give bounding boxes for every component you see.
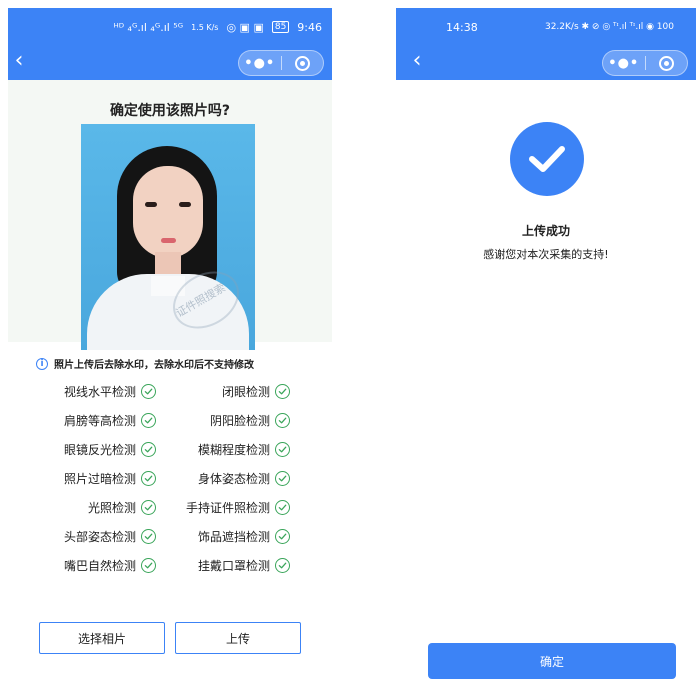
clock: 9:46	[297, 20, 322, 34]
check-item: 挂戴口罩检测	[156, 557, 290, 574]
network-speed: 1.5 K/s	[191, 22, 219, 32]
check-circle-icon	[275, 442, 290, 457]
info-icon: i	[36, 357, 48, 370]
check-row: 光照检测 手持证件照检测	[8, 493, 332, 522]
battery-level: 85	[271, 21, 290, 33]
status-icons: ✱ ⊘ ◎ ᵀᶦ.ıl ᵀᶦ.ıl ◉ 100	[581, 22, 674, 32]
clock: 14:38	[446, 20, 478, 34]
success-check-icon	[510, 122, 584, 196]
photo-preview-area: 确定使用该照片吗? 证件照搜索	[8, 80, 332, 350]
check-circle-icon	[275, 500, 290, 515]
check-row: 照片过暗检测 身体姿态检测	[8, 464, 332, 493]
check-row: 嘴巴自然检测 挂戴口罩检测	[8, 551, 332, 580]
check-label: 闭眼检测	[221, 385, 270, 399]
check-circle-icon	[275, 384, 290, 399]
check-item: 闭眼检测	[156, 383, 290, 400]
photo-eye	[145, 202, 157, 207]
id-photo: 证件照搜索	[81, 124, 255, 350]
check-label: 饰品遮挡检测	[197, 530, 270, 544]
check-label: 挂戴口罩检测	[197, 559, 270, 573]
check-row: 视线水平检测 闭眼检测	[8, 377, 332, 406]
check-label: 照片过暗检测	[63, 472, 136, 486]
check-list: 视线水平检测 闭眼检测肩膀等高检测 阴阳脸检测眼镜反光检测 模糊程度检测照片过暗检测 身…	[8, 377, 332, 580]
check-label: 光照检测	[87, 501, 136, 515]
back-arrow-icon[interactable]: ‹	[8, 50, 30, 72]
check-row: 眼镜反光检测 模糊程度检测	[8, 435, 332, 464]
left-phone-screen: ᴴᴰ ₄ᴳ.ıl ₄ᴳ.ıl ⁵ᴳ 1.5 K/s ◎ ▣ ▣ 85 9:46 …	[8, 8, 332, 684]
status-right: 32.2K/s ✱ ⊘ ◎ ᵀᶦ.ıl ᵀᶦ.ıl ◉ 100	[545, 22, 674, 32]
check-row: 头部姿态检测 饰品遮挡检测	[8, 522, 332, 551]
mini-program-capsule: •●•	[602, 50, 688, 76]
check-item: 嘴巴自然检测	[8, 557, 156, 574]
check-circle-icon	[141, 471, 156, 486]
action-buttons: 选择相片 上传	[8, 622, 332, 654]
check-item: 照片过暗检测	[8, 470, 156, 487]
check-circle-icon	[275, 558, 290, 573]
check-item: 身体姿态检测	[156, 470, 290, 487]
check-label: 模糊程度检测	[197, 443, 270, 457]
check-circle-icon	[275, 471, 290, 486]
watermark-notice: i 照片上传后去除水印，去除水印后不支持修改	[8, 356, 332, 371]
back-arrow-icon[interactable]: ‹	[406, 50, 428, 72]
check-item: 饰品遮挡检测	[156, 528, 290, 545]
check-item: 手持证件照检测	[156, 499, 290, 516]
photo-face	[133, 166, 203, 258]
check-item: 肩膀等高检测	[8, 412, 156, 429]
check-label: 眼镜反光检测	[63, 443, 136, 457]
check-label: 阴阳脸检测	[209, 414, 270, 428]
check-item: 眼镜反光检测	[8, 441, 156, 458]
check-circle-icon	[141, 500, 156, 515]
check-label: 手持证件照检测	[185, 501, 270, 515]
check-item: 模糊程度检测	[156, 441, 290, 458]
check-label: 视线水平检测	[63, 385, 136, 399]
status-bar: 14:38 32.2K/s ✱ ⊘ ◎ ᵀᶦ.ıl ᵀᶦ.ıl ◉ 100	[396, 8, 696, 46]
upload-button[interactable]: 上传	[175, 622, 301, 654]
close-mini-program-icon[interactable]	[645, 55, 687, 71]
check-label: 身体姿态检测	[197, 472, 270, 486]
check-item: 阴阳脸检测	[156, 412, 290, 429]
check-circle-icon	[141, 413, 156, 428]
mini-program-capsule: •●•	[238, 50, 324, 76]
check-circle-icon	[275, 413, 290, 428]
success-title: 上传成功	[521, 224, 570, 238]
photo-eye	[179, 202, 191, 207]
notice-text: 照片上传后去除水印，去除水印后不支持修改	[54, 360, 254, 371]
photo-lips	[161, 238, 176, 243]
check-label: 肩膀等高检测	[63, 414, 136, 428]
status-bar: ᴴᴰ ₄ᴳ.ıl ₄ᴳ.ıl ⁵ᴳ 1.5 K/s ◎ ▣ ▣ 85 9:46	[8, 8, 332, 46]
check-circle-icon	[141, 529, 156, 544]
check-item: 光照检测	[8, 499, 156, 516]
right-phone-screen: 14:38 32.2K/s ✱ ⊘ ◎ ᵀᶦ.ıl ᵀᶦ.ıl ◉ 100 ‹ …	[396, 8, 696, 684]
nav-bar: ‹ •●•	[396, 46, 696, 80]
check-row: 肩膀等高检测 阴阳脸检测	[8, 406, 332, 435]
success-message: 感谢您对本次采集的支持!	[483, 248, 609, 261]
more-dots-icon[interactable]: •●•	[603, 56, 645, 71]
network-speed: 32.2K/s	[544, 22, 579, 32]
check-circle-icon	[141, 384, 156, 399]
upload-result-page: 上传成功 感谢您对本次采集的支持!	[396, 80, 696, 684]
more-dots-icon[interactable]: •●•	[239, 56, 281, 71]
check-label: 头部姿态检测	[63, 530, 136, 544]
nav-bar: ‹ •●•	[8, 46, 332, 80]
signal-indicator: ᴴᴰ ₄ᴳ.ıl ₄ᴳ.ıl ⁵ᴳ	[113, 20, 184, 34]
check-circle-icon	[275, 529, 290, 544]
check-circle-icon	[141, 558, 156, 573]
select-photo-button[interactable]: 选择相片	[39, 622, 165, 654]
confirm-button[interactable]: 确定	[428, 643, 676, 679]
status-icons: ◎ ▣ ▣	[226, 20, 264, 34]
check-label: 嘴巴自然检测	[63, 559, 136, 573]
check-item: 头部姿态检测	[8, 528, 156, 545]
check-circle-icon	[141, 442, 156, 457]
check-item: 视线水平检测	[8, 383, 156, 400]
page-title: 确定使用该照片吗?	[109, 103, 231, 119]
close-mini-program-icon[interactable]	[281, 55, 323, 71]
